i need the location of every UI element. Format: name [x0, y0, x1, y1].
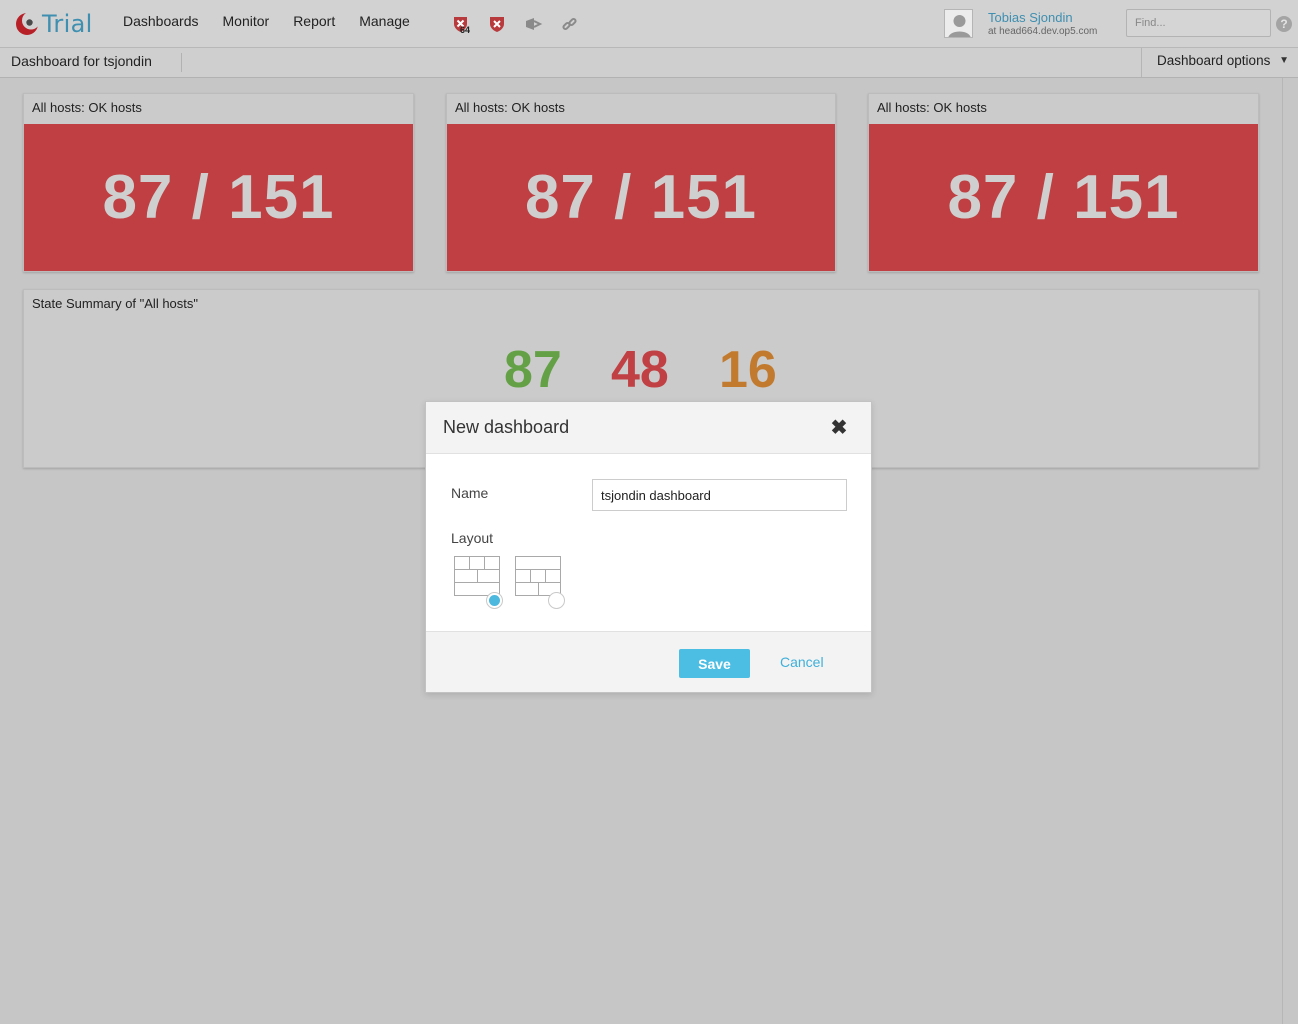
ok-hosts-ratio: 87 / 151	[947, 163, 1180, 232]
widget-body: 87 / 151	[869, 124, 1258, 271]
host-problem-icon[interactable]: 64	[452, 15, 471, 35]
down-count[interactable]: 48	[611, 340, 669, 400]
dashboard-options-label: Dashboard options	[1157, 53, 1271, 68]
layout-radio-1[interactable]	[486, 592, 503, 609]
host-problem-count: 64	[460, 25, 471, 35]
status-icons: 64	[452, 15, 579, 35]
scrollbar-track[interactable]	[1282, 78, 1283, 1024]
dashboard-name-field[interactable]	[592, 479, 847, 511]
ok-count[interactable]: 87	[504, 340, 562, 400]
search-input[interactable]	[1126, 9, 1271, 37]
widget-title[interactable]: All hosts: OK hosts	[24, 94, 413, 124]
widget-title[interactable]: All hosts: OK hosts	[869, 94, 1258, 124]
chevron-down-icon: ▼	[1279, 55, 1289, 66]
widget-ok-hosts-2[interactable]: All hosts: OK hosts 87 / 151	[446, 93, 836, 272]
dialog-title: New dashboard	[443, 417, 570, 437]
dialog-footer: Save Cancel	[426, 631, 871, 692]
widget-title[interactable]: State Summary of "All hosts"	[24, 290, 1258, 320]
nav-monitor[interactable]: Monitor	[211, 0, 282, 44]
dashboard-options-button[interactable]: Dashboard options ▼	[1141, 48, 1298, 77]
user-name[interactable]: Tobias Sjondin	[988, 9, 1097, 26]
close-icon[interactable]: ✖	[829, 418, 849, 438]
logo-icon	[16, 11, 40, 35]
widget-body: 87 / 151	[447, 124, 835, 271]
dashboard-bar: Dashboard for tsjondin Dashboard options…	[0, 48, 1298, 78]
ok-hosts-ratio: 87 / 151	[524, 163, 758, 232]
nav-report[interactable]: Report	[281, 0, 347, 44]
layout-label: Layout	[451, 530, 494, 546]
layout-radio-2[interactable]	[548, 592, 565, 609]
name-label: Name	[451, 485, 489, 501]
notification-icon[interactable]	[524, 15, 543, 34]
divider	[181, 53, 182, 72]
logo-text: Trial	[42, 10, 93, 38]
new-dashboard-dialog: New dashboard ✖ Name Layout Save Cancel	[425, 401, 872, 693]
state-summary-counts: 87 48 16	[504, 340, 804, 400]
service-problem-icon[interactable]	[488, 15, 507, 34]
widget-ok-hosts-3[interactable]: All hosts: OK hosts 87 / 151	[868, 93, 1259, 272]
dialog-header: New dashboard ✖	[426, 402, 871, 454]
save-button[interactable]: Save	[679, 649, 750, 678]
widget-body: 87 / 151	[24, 124, 413, 271]
widget-title[interactable]: All hosts: OK hosts	[447, 94, 835, 124]
avatar[interactable]	[944, 9, 973, 38]
link-icon[interactable]	[560, 15, 579, 34]
user-host: at head664.dev.op5.com	[988, 26, 1098, 37]
unreachable-count[interactable]: 16	[719, 340, 777, 400]
main-nav: Dashboards Monitor Report Manage	[111, 0, 422, 44]
user-menu[interactable]: Tobias Sjondin at head664.dev.op5.com	[944, 9, 1097, 38]
page-title: Dashboard for tsjondin	[11, 53, 152, 69]
cancel-button[interactable]: Cancel	[780, 654, 824, 670]
help-icon[interactable]: ?	[1276, 16, 1292, 32]
top-bar: Trial Dashboards Monitor Report Manage 6…	[0, 0, 1298, 48]
nav-dashboards[interactable]: Dashboards	[111, 0, 211, 44]
ok-hosts-ratio: 87 / 151	[102, 163, 335, 232]
logo[interactable]: Trial	[14, 9, 93, 39]
nav-manage[interactable]: Manage	[347, 0, 422, 44]
widget-ok-hosts-1[interactable]: All hosts: OK hosts 87 / 151	[23, 93, 414, 272]
